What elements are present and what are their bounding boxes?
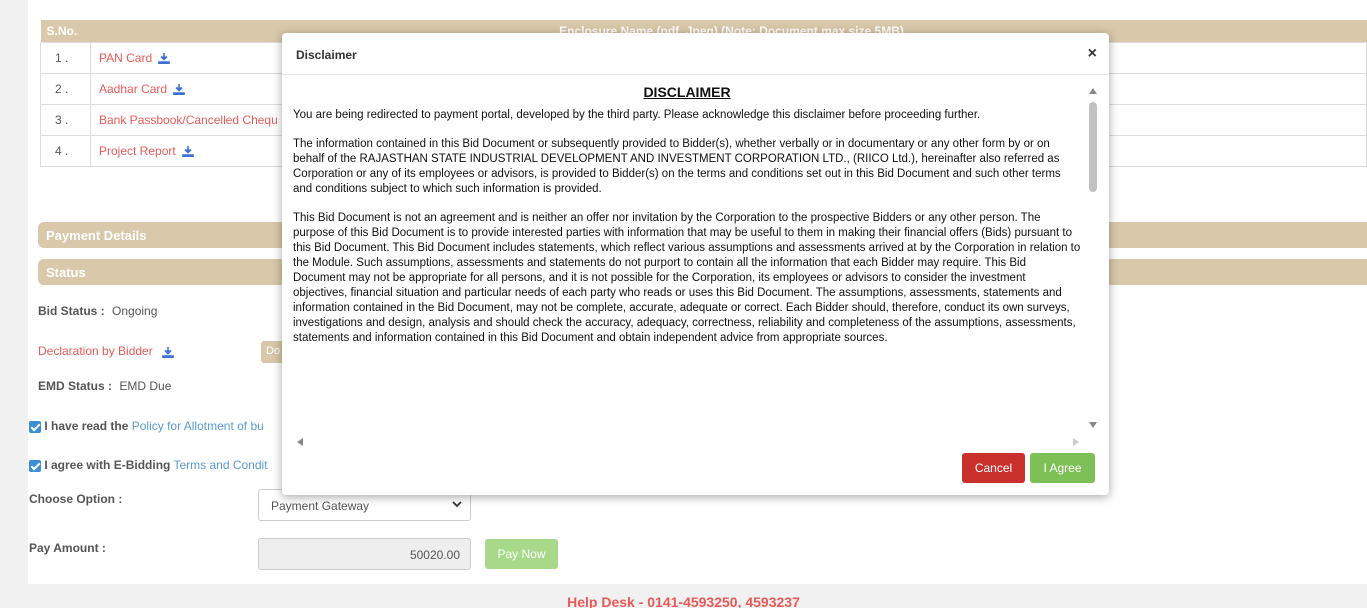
scroll-up-icon[interactable] — [1089, 88, 1097, 94]
row-sno: 4 . — [40, 134, 91, 167]
emd-status-row: EMD Status : EMD Due — [38, 379, 171, 393]
cancel-button[interactable]: Cancel — [962, 453, 1025, 483]
download-icon[interactable] — [173, 83, 185, 96]
policy-check-row: I have read the Policy for Allotment of … — [29, 419, 264, 433]
disclaimer-modal: Disclaimer × DISCLAIMER You are being re… — [282, 33, 1109, 495]
download-icon[interactable] — [181, 145, 194, 158]
emd-status-label: EMD Status : — [38, 379, 113, 393]
close-icon[interactable]: × — [1088, 45, 1097, 63]
modal-vertical-scrollbar[interactable] — [1086, 84, 1100, 432]
bid-status-row: Bid Status : Ongoing — [38, 304, 157, 318]
terms-prefix: I agree with E-Bidding — [44, 458, 171, 472]
project-report-link[interactable]: Project Report — [99, 144, 176, 158]
choose-option-label: Choose Option : — [29, 492, 123, 506]
pay-amount-field[interactable]: 50020.00 — [258, 538, 471, 570]
scroll-left-icon[interactable] — [297, 438, 303, 446]
bid-status-label: Bid Status : — [38, 304, 105, 318]
bank-passbook-link[interactable]: Bank Passbook/Cancelled Chequ — [99, 113, 278, 127]
modal-horizontal-scrollbar[interactable] — [293, 434, 1083, 448]
row-sno: 3 . — [40, 103, 91, 136]
pay-now-button[interactable]: Pay Now — [485, 539, 558, 569]
scroll-thumb[interactable] — [1089, 102, 1097, 192]
emd-status-value: EMD Due — [119, 379, 172, 393]
disclaimer-heading: DISCLAIMER — [643, 85, 731, 100]
terms-link[interactable]: Terms and Condit — [173, 458, 267, 472]
row-sno: 2 . — [40, 72, 91, 105]
col-sno: S.No. — [40, 20, 91, 42]
scroll-down-icon[interactable] — [1089, 422, 1097, 428]
policy-prefix: I have read the — [44, 419, 129, 433]
payment-option-value: Payment Gateway — [271, 499, 370, 513]
i-agree-button[interactable]: I Agree — [1030, 453, 1095, 483]
row-sno: 1 . — [40, 41, 91, 74]
scroll-right-icon[interactable] — [1073, 438, 1079, 446]
aadhar-card-link[interactable]: Aadhar Card — [99, 82, 167, 96]
terms-checkbox[interactable] — [29, 459, 41, 472]
pay-amount-label: Pay Amount : — [29, 541, 106, 555]
policy-checkbox[interactable] — [29, 420, 41, 433]
download-icon[interactable] — [158, 52, 170, 65]
declaration-link[interactable]: Declaration by Bidder — [38, 344, 153, 358]
disclaimer-paragraph: You are being redirected to payment port… — [293, 109, 981, 121]
disclaimer-paragraph: The information contained in this Bid Do… — [293, 138, 1061, 195]
modal-title: Disclaimer — [296, 48, 357, 62]
download-icon[interactable] — [162, 346, 174, 358]
policy-link[interactable]: Policy for Allotment of bu — [132, 419, 264, 433]
disclaimer-paragraph: This Bid Document is not an agreement an… — [293, 212, 1081, 344]
bid-status-value: Ongoing — [112, 304, 158, 318]
chevron-down-icon — [452, 501, 462, 508]
declaration-row: Declaration by Bidder — [38, 344, 174, 358]
terms-check-row: I agree with E-Bidding Terms and Condit — [29, 458, 268, 472]
modal-header: Disclaimer × — [282, 33, 1109, 75]
modal-body: DISCLAIMER You are being redirected to p… — [293, 85, 1081, 433]
helpdesk-text: Help Desk - 0141-4593250, 4593237 — [567, 594, 800, 608]
pan-card-link[interactable]: PAN Card — [99, 51, 152, 65]
